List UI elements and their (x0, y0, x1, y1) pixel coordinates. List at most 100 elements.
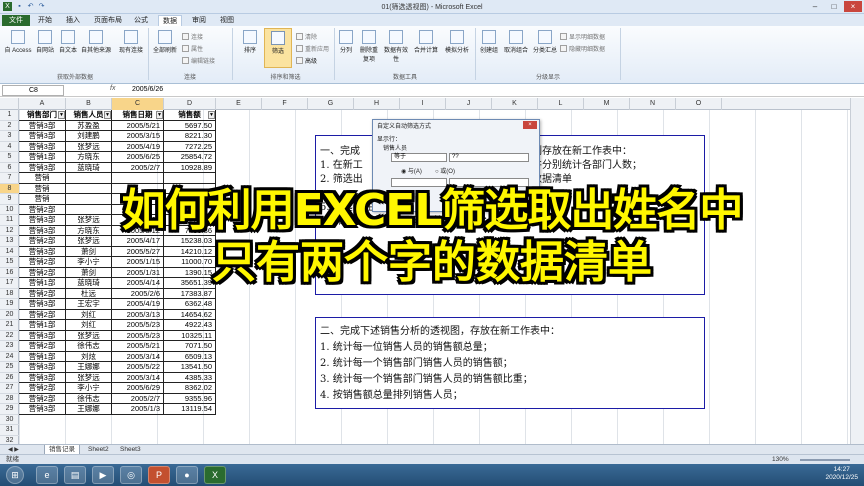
table-cell[interactable]: 14654.62 (164, 309, 216, 320)
row-header[interactable]: 24 (0, 352, 19, 362)
row-header[interactable]: 3 (0, 131, 19, 142)
table-header-cell[interactable]: 销售日期 ▼ (112, 110, 164, 121)
select-all-corner[interactable] (0, 98, 19, 110)
table-cell[interactable]: 张梦远 (66, 372, 112, 383)
close-button[interactable]: × (844, 1, 862, 12)
table-cell[interactable]: 2005/4/19 (112, 299, 164, 310)
table-header-cell[interactable]: 销售部门 ▼ (19, 110, 66, 121)
clock[interactable]: 14:27 2020/12/25 (825, 466, 858, 482)
table-cell[interactable]: 2005/2/6 (112, 288, 164, 299)
column-header-a[interactable]: A (19, 98, 66, 110)
table-cell[interactable]: 李小宁 (66, 383, 112, 394)
table-cell[interactable]: 2005/5/22 (112, 362, 164, 373)
row-header[interactable]: 23 (0, 341, 19, 352)
column-header-c[interactable]: C (112, 98, 164, 110)
table-cell[interactable]: 营销1部 (19, 152, 66, 163)
table-cell[interactable]: 13119.54 (164, 404, 216, 415)
table-cell[interactable]: 营销3部 (19, 372, 66, 383)
table-cell[interactable]: 营销3部 (19, 299, 66, 310)
row-header[interactable]: 18 (0, 289, 19, 299)
what-if-analysis-button[interactable]: 模拟分析 (442, 30, 472, 54)
column-header-h[interactable]: H (354, 98, 400, 110)
table-cell[interactable]: 营销2部 (19, 341, 66, 352)
table-cell[interactable]: 营销1部 (19, 351, 66, 362)
table-cell[interactable]: 徐伟志 (66, 341, 112, 352)
edit-links-button[interactable]: 编辑链接 (182, 56, 215, 65)
table-cell[interactable]: 2005/5/23 (112, 330, 164, 341)
remove-duplicates-button[interactable]: 删除重复项 (358, 30, 380, 63)
table-cell[interactable]: 7272.25 (164, 141, 216, 152)
table-cell[interactable]: 25854.72 (164, 152, 216, 163)
consolidate-button[interactable]: 合并计算 (412, 30, 440, 54)
ungroup-button[interactable]: 取消组合 (502, 30, 530, 54)
row-header[interactable]: 30 (0, 415, 19, 425)
table-cell[interactable]: 营销3部 (19, 362, 66, 373)
table-cell[interactable]: 7071.50 (164, 341, 216, 352)
row-header[interactable]: 22 (0, 331, 19, 341)
table-cell[interactable]: 4385.33 (164, 372, 216, 383)
table-cell[interactable]: 2005/3/15 (112, 131, 164, 142)
tab-file[interactable]: 文件 (2, 15, 30, 26)
column-header-e[interactable]: E (216, 98, 262, 110)
table-cell[interactable]: 营销2部 (19, 309, 66, 320)
tab-home[interactable]: 开始 (34, 15, 56, 26)
table-cell[interactable]: 营销3部 (19, 131, 66, 142)
table-cell[interactable]: 刘红 (66, 309, 112, 320)
table-cell[interactable]: 8221.30 (164, 131, 216, 142)
refresh-all-button[interactable]: 全部刷新 (150, 30, 180, 54)
column-header-i[interactable]: I (400, 98, 446, 110)
table-cell[interactable]: 营销3部 (19, 162, 66, 173)
row-header[interactable]: 26 (0, 373, 19, 383)
table-cell[interactable]: 苏盈盈 (66, 120, 112, 131)
table-header-cell[interactable]: 销售额 ▼ (164, 110, 216, 121)
table-cell[interactable]: 17383.87 (164, 288, 216, 299)
excel-taskbar-icon[interactable]: X (204, 466, 226, 484)
table-cell[interactable]: 营销3部 (19, 120, 66, 131)
table-cell[interactable]: 蓝晓琦 (66, 162, 112, 173)
powerpoint-icon[interactable]: P (148, 466, 170, 484)
subtotal-button[interactable]: 分类汇总 (532, 30, 558, 54)
table-cell[interactable]: 营销2部 (19, 393, 66, 404)
from-text-button[interactable]: 自文本 (57, 30, 79, 54)
row-header[interactable]: 2 (0, 121, 19, 131)
table-cell[interactable]: 10325.11 (164, 330, 216, 341)
table-cell[interactable]: 10928.89 (164, 162, 216, 173)
table-cell[interactable]: 2005/5/21 (112, 120, 164, 131)
table-cell[interactable]: 2005/4/19 (112, 141, 164, 152)
column-header-l[interactable]: L (538, 98, 584, 110)
table-cell[interactable]: 2005/5/21 (112, 341, 164, 352)
zoom-slider[interactable] (800, 459, 850, 461)
formula-input[interactable]: 2005/6/26 (132, 86, 163, 93)
table-cell[interactable]: 杜远 (66, 288, 112, 299)
table-cell[interactable]: 张梦远 (66, 141, 112, 152)
table-cell[interactable]: 营销1部 (19, 320, 66, 331)
table-cell[interactable]: 2005/3/14 (112, 351, 164, 362)
text-to-columns-button[interactable]: 分列 (336, 30, 356, 54)
column-header-b[interactable]: B (66, 98, 112, 110)
tab-formulas[interactable]: 公式 (130, 15, 152, 26)
name-box[interactable]: C8 (2, 85, 64, 96)
table-cell[interactable]: 营销3部 (19, 330, 66, 341)
filter-dropdown-icon[interactable]: ▼ (58, 111, 65, 119)
table-cell[interactable]: 营销3部 (19, 141, 66, 152)
column-header-k[interactable]: K (492, 98, 538, 110)
value-input[interactable]: ?? (449, 153, 529, 162)
explorer-icon[interactable]: ▤ (64, 466, 86, 484)
group-button[interactable]: 创建组 (478, 30, 500, 54)
tab-page-layout[interactable]: 页面布局 (90, 15, 126, 26)
table-cell[interactable]: 2005/5/23 (112, 320, 164, 331)
table-cell[interactable]: 2005/2/7 (112, 162, 164, 173)
connections-button[interactable]: 连接 (182, 32, 203, 41)
table-cell[interactable]: 方晓东 (66, 152, 112, 163)
column-header-d[interactable]: D (164, 98, 216, 110)
table-cell[interactable]: 5697.50 (164, 120, 216, 131)
existing-connections-button[interactable]: 现有连接 (116, 30, 146, 54)
filter-dropdown-icon[interactable]: ▼ (156, 111, 163, 119)
from-access-button[interactable]: 自 Access (3, 30, 33, 54)
table-cell[interactable]: 2005/2/7 (112, 393, 164, 404)
data-validation-button[interactable]: 数据有效性 (382, 30, 410, 63)
table-cell[interactable]: 13541.50 (164, 362, 216, 373)
column-header-n[interactable]: N (630, 98, 676, 110)
column-header-j[interactable]: J (446, 98, 492, 110)
row-header[interactable]: 1 (0, 110, 19, 121)
